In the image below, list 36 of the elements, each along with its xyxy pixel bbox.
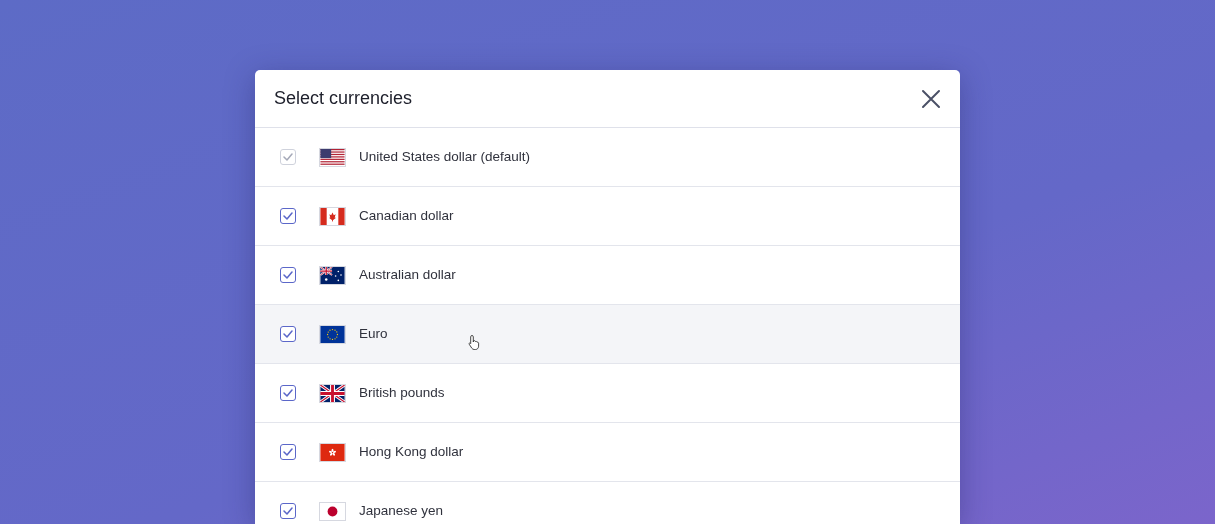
- currency-name: Australian dollar: [359, 265, 456, 284]
- list-row[interactable]: Euro: [255, 305, 960, 364]
- currency-name: Euro: [359, 324, 388, 343]
- checkbox[interactable]: [280, 326, 296, 342]
- flag-icon: [319, 324, 346, 344]
- checkbox[interactable]: [280, 385, 296, 401]
- list-row[interactable]: British pounds: [255, 364, 960, 423]
- flag-icon: [319, 206, 346, 226]
- currency-name: Japanese yen: [359, 501, 444, 520]
- list-row[interactable]: Japanese yen: [255, 482, 960, 524]
- check-icon: [283, 389, 293, 397]
- flag-icon: [319, 501, 346, 521]
- hand-cursor-icon: [467, 333, 482, 350]
- currency-name: Hong Kong dollar: [359, 442, 464, 461]
- dialog-title: Select currencies: [274, 87, 413, 110]
- checkbox[interactable]: [280, 503, 296, 519]
- list-row[interactable]: Canadian dollar: [255, 187, 960, 246]
- check-icon: [283, 212, 293, 220]
- check-icon: [283, 271, 293, 279]
- flag-icon: [319, 383, 346, 403]
- close-button[interactable]: [920, 87, 942, 110]
- list-row[interactable]: Hong Kong dollar: [255, 423, 960, 482]
- currency-name: British pounds: [359, 383, 445, 402]
- flag-icon: [319, 442, 346, 462]
- check-icon: [283, 507, 293, 515]
- currency-name: United States dollar (default): [359, 147, 531, 166]
- checkbox[interactable]: [280, 267, 296, 283]
- currency-name: Canadian dollar: [359, 206, 454, 225]
- flag-icon: [319, 265, 346, 285]
- checkbox[interactable]: [280, 444, 296, 460]
- check-icon: [283, 330, 293, 338]
- flag-icon: [319, 147, 346, 167]
- check-icon: [283, 448, 293, 456]
- close-icon: [920, 87, 942, 110]
- checkbox[interactable]: [280, 208, 296, 224]
- check-icon: [283, 153, 293, 161]
